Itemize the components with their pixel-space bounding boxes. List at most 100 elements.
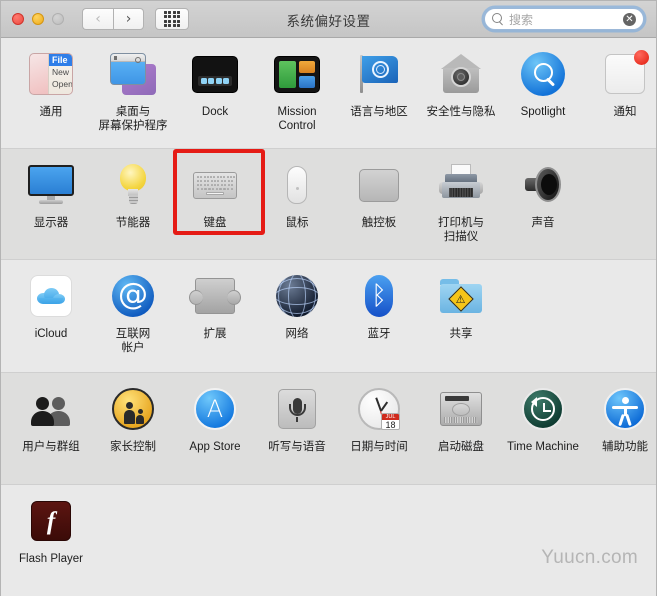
search-icon bbox=[492, 13, 504, 25]
trackpad-icon bbox=[355, 161, 403, 209]
pref-item-icloud[interactable]: iCloud bbox=[10, 270, 92, 341]
pref-item-app-store[interactable]: A App Store bbox=[174, 383, 256, 454]
pref-label: 节能器 bbox=[115, 217, 151, 229]
pref-item-sharing[interactable]: ⚠ 共享 bbox=[420, 270, 502, 341]
grid-icon bbox=[163, 10, 181, 28]
traffic-lights bbox=[12, 13, 64, 25]
pref-item-users-groups[interactable]: 用户与群组 bbox=[10, 383, 92, 454]
startup-disk-icon bbox=[437, 385, 485, 433]
pref-label: Mission Control bbox=[277, 106, 317, 132]
clear-search-icon[interactable]: ✕ bbox=[623, 12, 636, 26]
pref-item-language-region[interactable]: 语言与地区 bbox=[338, 48, 420, 119]
sound-icon bbox=[519, 161, 567, 209]
general-menu-header: File bbox=[49, 54, 72, 66]
general-icon: File New Open bbox=[27, 50, 75, 98]
pref-label: 通用 bbox=[39, 106, 63, 118]
calendar-day: 18 bbox=[385, 420, 396, 430]
navigation-buttons: ‹ › bbox=[82, 8, 144, 30]
pref-item-parental-controls[interactable]: 家长控制 bbox=[92, 383, 174, 454]
pref-item-date-time[interactable]: JUL 18 日期与时间 bbox=[338, 383, 420, 454]
pref-item-dock[interactable]: Dock bbox=[174, 48, 256, 119]
at-glyph: @ bbox=[112, 275, 154, 317]
mouse-icon bbox=[273, 161, 321, 209]
bluetooth-glyph: ᛒ bbox=[365, 275, 393, 317]
pref-item-time-machine[interactable]: Time Machine bbox=[502, 383, 584, 454]
chevron-right-icon: › bbox=[125, 11, 132, 27]
pref-item-displays[interactable]: 显示器 bbox=[10, 159, 92, 230]
security-privacy-icon bbox=[437, 50, 485, 98]
pref-item-desktop-screensaver[interactable]: 桌面与 屏幕保护程序 bbox=[92, 48, 174, 133]
notifications-icon bbox=[601, 50, 649, 98]
pref-label: Flash Player bbox=[19, 553, 83, 565]
pref-item-network[interactable]: 网络 bbox=[256, 270, 338, 341]
pref-item-extensions[interactable]: 扩展 bbox=[174, 270, 256, 341]
zoom-button bbox=[52, 13, 64, 25]
pref-label: 键盘 bbox=[203, 217, 227, 229]
pref-item-energy-saver[interactable]: 节能器 bbox=[92, 159, 174, 230]
pref-item-security-privacy[interactable]: 安全性与隐私 bbox=[420, 48, 502, 119]
language-region-icon bbox=[355, 50, 403, 98]
forward-button[interactable]: › bbox=[113, 8, 144, 30]
pref-item-accessibility[interactable]: 辅助功能 bbox=[584, 383, 657, 454]
chevron-left-icon: ‹ bbox=[95, 11, 101, 27]
printers-scanners-icon bbox=[437, 161, 485, 209]
minimize-button[interactable] bbox=[32, 13, 44, 25]
pref-label: App Store bbox=[189, 441, 241, 453]
pref-item-bluetooth[interactable]: ᛒ 蓝牙 bbox=[338, 270, 420, 341]
pref-label: 蓝牙 bbox=[367, 328, 391, 340]
pref-label: 扩展 bbox=[203, 328, 227, 340]
pref-item-notifications[interactable]: 通知 bbox=[584, 48, 657, 119]
pref-label: 用户与群组 bbox=[22, 441, 80, 453]
pref-label: 辅助功能 bbox=[602, 441, 648, 453]
pref-label: 打印机与 扫描仪 bbox=[438, 217, 484, 243]
pref-item-internet-accounts[interactable]: @ 互联网 帐户 bbox=[92, 270, 174, 355]
pref-item-general[interactable]: File New Open 通用 bbox=[10, 48, 92, 119]
pref-item-keyboard[interactable]: 键盘 bbox=[173, 149, 265, 235]
spotlight-icon bbox=[519, 50, 567, 98]
pref-item-startup-disk[interactable]: 启动磁盘 bbox=[420, 383, 502, 454]
row-system: 用户与群组 家长控制 A App Store 听写与语音 JUL 18 日期与时… bbox=[1, 373, 656, 485]
notification-badge bbox=[634, 50, 649, 65]
preferences-grid: File New Open 通用 桌面与 屏幕保护程序 Dock Mission… bbox=[1, 38, 656, 596]
pref-item-dictation-speech[interactable]: 听写与语音 bbox=[256, 383, 338, 454]
search-placeholder: 搜索 bbox=[509, 12, 534, 27]
sharing-sign-glyph: ⚠ bbox=[456, 292, 466, 305]
pref-label: 显示器 bbox=[33, 217, 69, 229]
pref-label: 互联网 帐户 bbox=[115, 328, 151, 354]
pref-label: 声音 bbox=[531, 217, 555, 229]
date-time-icon: JUL 18 bbox=[355, 385, 403, 433]
back-button[interactable]: ‹ bbox=[82, 8, 113, 30]
search-container: 搜索 ✕ bbox=[484, 8, 644, 30]
pref-item-printers-scanners[interactable]: 打印机与 扫描仪 bbox=[420, 159, 502, 244]
app-store-glyph: A bbox=[206, 395, 224, 423]
keyboard-icon bbox=[191, 161, 239, 209]
extensions-icon bbox=[189, 272, 241, 320]
pref-item-sound[interactable]: 声音 bbox=[502, 159, 584, 230]
displays-icon bbox=[27, 161, 75, 209]
row-internet: iCloud @ 互联网 帐户 扩展 网络 ᛒ 蓝牙 ⚠ 共享 bbox=[1, 260, 656, 373]
pref-item-spotlight[interactable]: Spotlight bbox=[502, 48, 584, 119]
bluetooth-icon: ᛒ bbox=[355, 272, 403, 320]
pref-label: 网络 bbox=[285, 328, 309, 340]
pref-label: 语言与地区 bbox=[350, 106, 408, 118]
pref-label: 桌面与 屏幕保护程序 bbox=[98, 106, 168, 132]
pref-label: iCloud bbox=[34, 328, 68, 340]
pref-item-trackpad[interactable]: 触控板 bbox=[338, 159, 420, 230]
pref-label: 鼠标 bbox=[285, 217, 309, 229]
general-menu-item-new: New bbox=[52, 67, 70, 77]
pref-item-mouse[interactable]: 鼠标 bbox=[256, 159, 338, 230]
dictation-speech-icon bbox=[273, 385, 321, 433]
close-button[interactable] bbox=[12, 13, 24, 25]
pref-label: 共享 bbox=[449, 328, 473, 340]
pref-item-mission-control[interactable]: Mission Control bbox=[256, 48, 338, 133]
show-all-button[interactable] bbox=[155, 8, 189, 30]
window-titlebar: ‹ › 系统偏好设置 搜索 ✕ bbox=[1, 1, 656, 38]
internet-accounts-icon: @ bbox=[109, 272, 157, 320]
pref-label: 触控板 bbox=[361, 217, 397, 229]
search-input[interactable]: 搜索 ✕ bbox=[484, 8, 644, 30]
pref-label: 安全性与隐私 bbox=[426, 106, 496, 118]
pref-label: Spotlight bbox=[520, 106, 566, 118]
pref-item-flash-player[interactable]: f Flash Player bbox=[10, 495, 92, 566]
dock-icon bbox=[191, 50, 239, 98]
pref-label: 通知 bbox=[613, 106, 637, 118]
